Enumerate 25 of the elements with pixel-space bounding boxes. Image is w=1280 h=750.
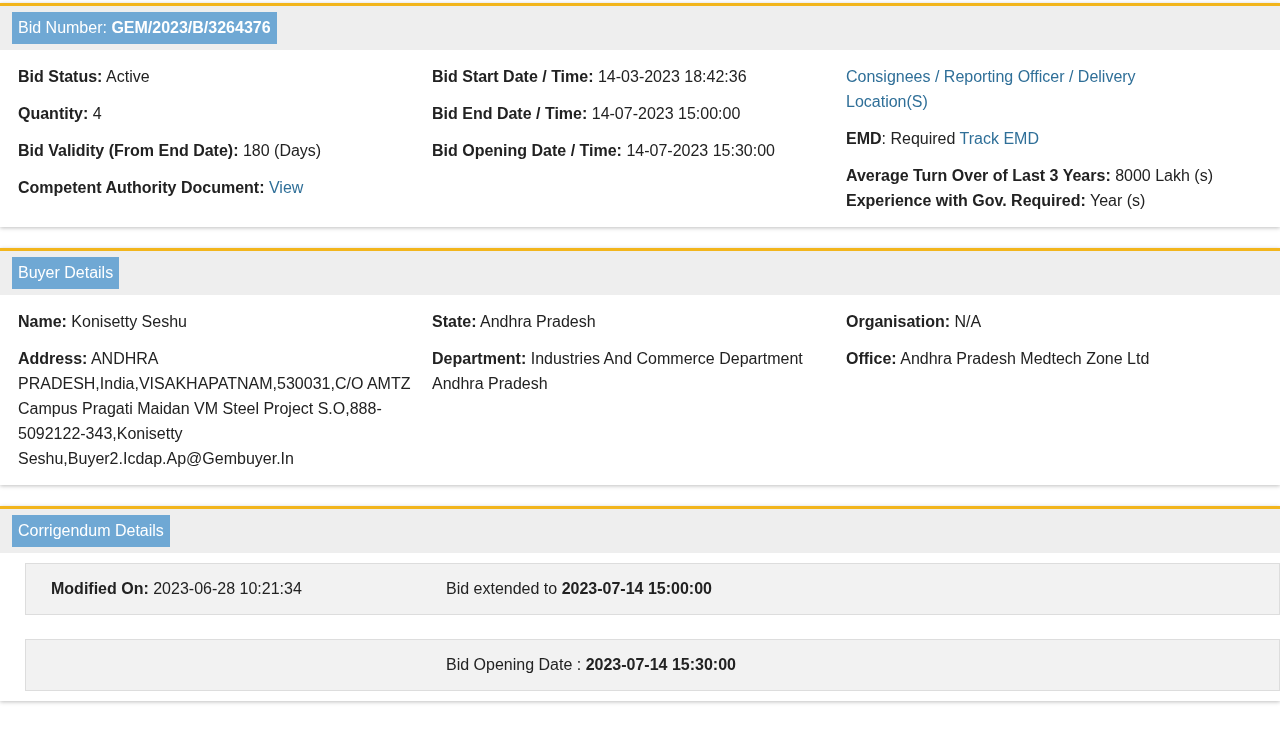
detail-text: Quantity: 4 bbox=[18, 104, 103, 124]
section-title: Bid Number: GEM/2023/B/3264376 bbox=[12, 12, 277, 44]
detail-text: EMD: Required Track EMD bbox=[846, 129, 1040, 149]
detail-text: Organisation: N/A bbox=[846, 312, 983, 332]
detail-text: Competent Authority Document: View bbox=[18, 178, 305, 198]
detail-text: Bid End Date / Time: 14-07-2023 15:00:00 bbox=[432, 104, 742, 124]
section-title: Corrigendum Details bbox=[12, 515, 170, 547]
section-title: Buyer Details bbox=[12, 257, 120, 289]
change-text: Bid Opening Date : 2023-07-14 15:30:00 bbox=[446, 655, 736, 675]
change-text: Bid extended to 2023-07-14 15:00:00 bbox=[446, 579, 712, 599]
detail-text: Department: Industries And Commerce Department Andhra Pradesh bbox=[432, 349, 804, 394]
detail-text: Bid Status: Active bbox=[18, 67, 151, 87]
modified-on-text: Modified On: 2023-06-28 10:21:34 bbox=[51, 580, 302, 597]
detail-text: Experience with Gov. Required: Year (s) bbox=[846, 191, 1147, 211]
detail-text: Bid Opening Date / Time: 14-07-2023 15:30:00 bbox=[432, 141, 776, 161]
detail-text: Office: Andhra Pradesh Medtech Zone Ltd bbox=[846, 349, 1151, 369]
detail-text: Bid Start Date / Time: 14-03-2023 18:42:36 bbox=[432, 67, 748, 87]
detail-text: Name: Konisetty Seshu bbox=[18, 312, 188, 332]
detail-text: Bid Validity (From End Date): 180 (Days) bbox=[18, 141, 323, 161]
text-link[interactable]: Consignees / Reporting Officer / Delivery Location(S) bbox=[846, 64, 1176, 114]
text-link[interactable]: Track EMD bbox=[959, 130, 1039, 147]
text-link[interactable]: View bbox=[268, 179, 304, 196]
detail-text: Address: ANDHRA PRADESH,India,VISAKHAPATNAM,530031,C/O AMTZ Campus Pragati Maidan VM Steel Project S.O,888-5092122-343,Konisetty Seshu,Buyer2.Icdap.Ap@Gembuyer.In bbox=[18, 349, 412, 469]
detail-text: Average Turn Over of Last 3 Years: 8000 Lakh (s) bbox=[846, 166, 1214, 186]
detail-text: State: Andhra Pradesh bbox=[432, 312, 597, 332]
